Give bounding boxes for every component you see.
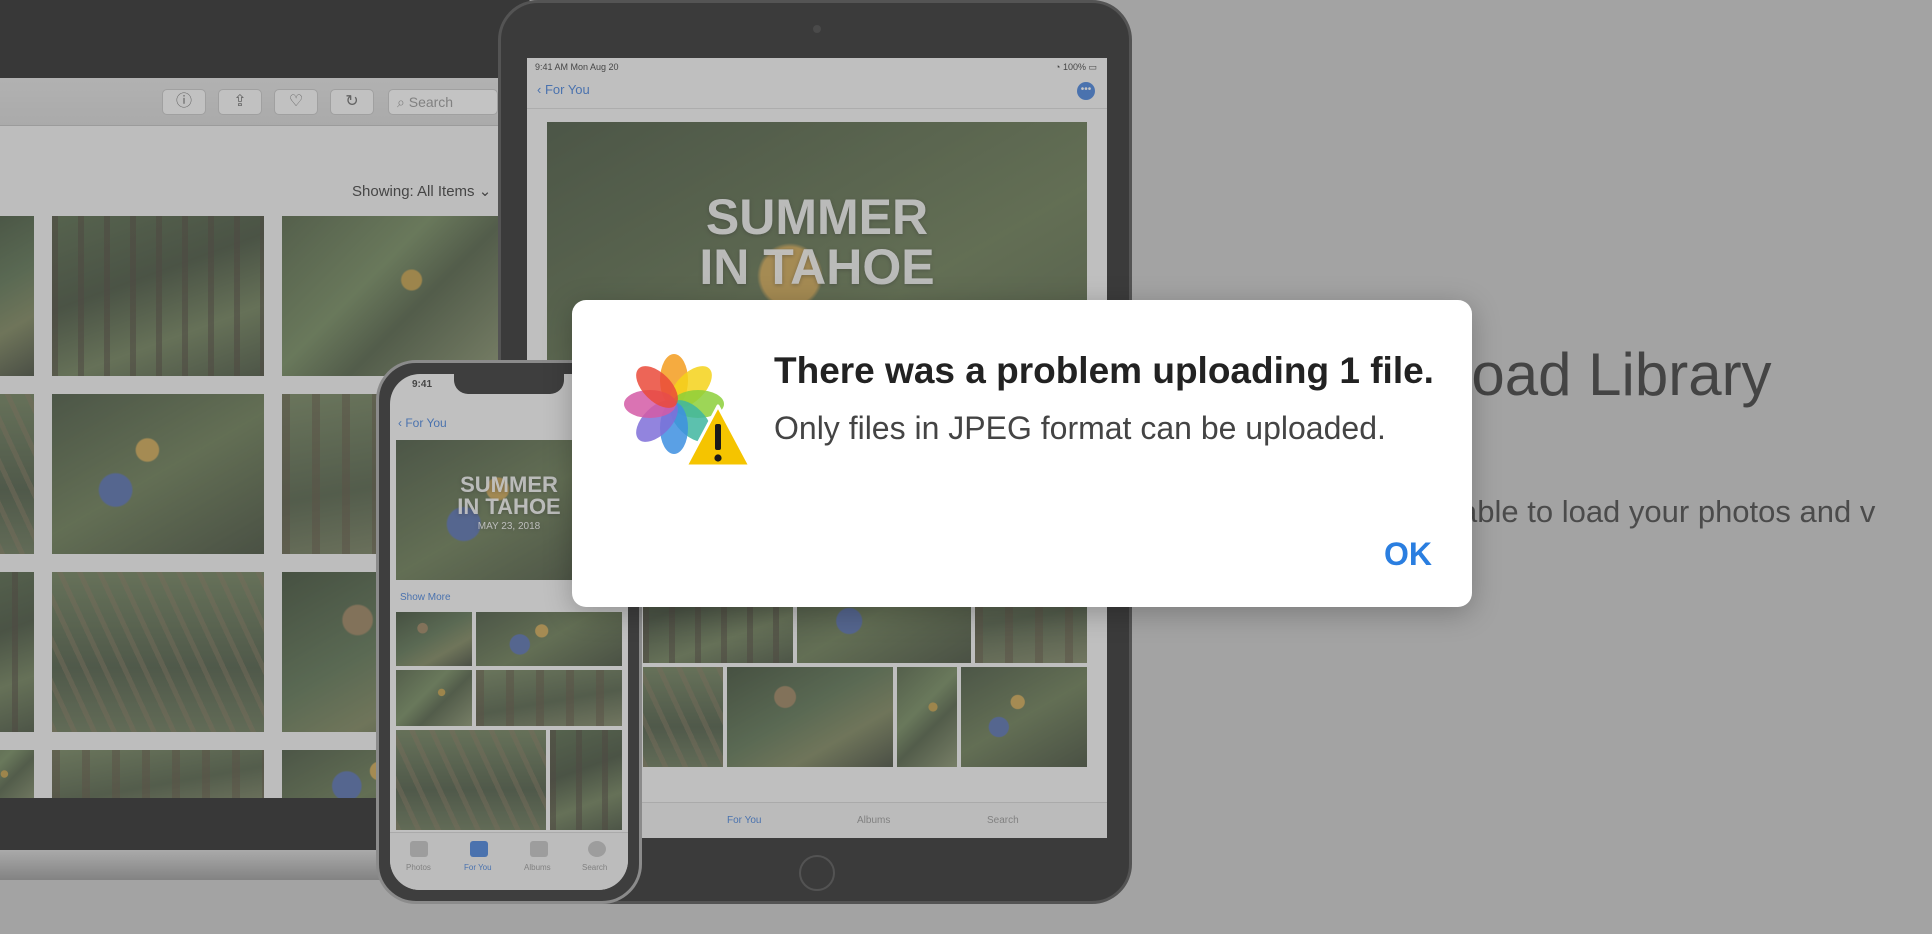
dialog-message: Only files in JPEG format can be uploade… bbox=[774, 410, 1386, 446]
photos-warning-icon bbox=[624, 354, 752, 468]
dialog-title: There was a problem uploading 1 file. bbox=[774, 350, 1434, 391]
upload-error-dialog: There was a problem uploading 1 file. On… bbox=[572, 300, 1472, 607]
ok-button[interactable]: OK bbox=[1384, 536, 1432, 573]
